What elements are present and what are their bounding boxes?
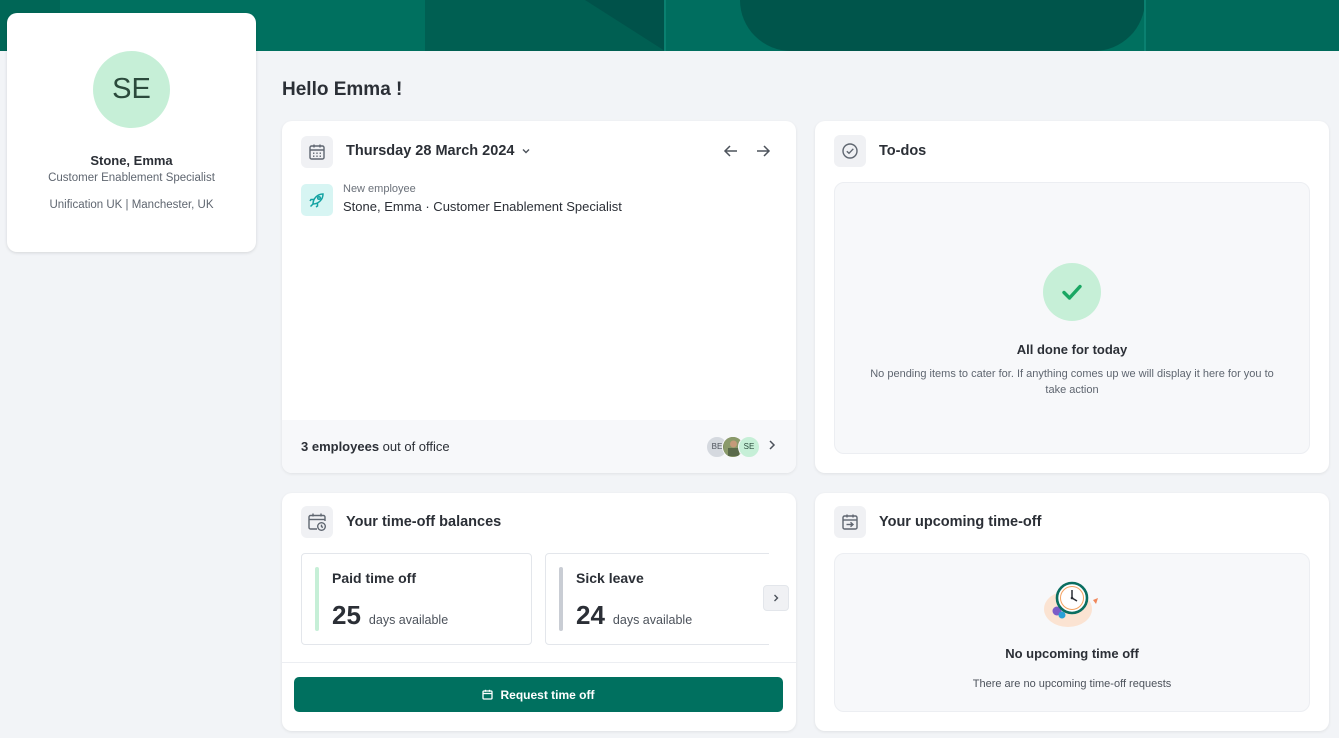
profile-role: Customer Enablement Specialist <box>48 172 215 184</box>
todos-card: To-dos All done for today No pending ite… <box>815 121 1329 473</box>
balance-card-sick-leave[interactable]: Sick leave 24 days available <box>545 553 769 645</box>
balance-color-bar <box>315 567 319 631</box>
out-of-office-text: 3 employees out of office <box>301 439 450 454</box>
next-day-button[interactable] <box>752 140 774 162</box>
date-picker[interactable]: Thursday 28 March 2024 <box>346 143 531 159</box>
check-circle-icon <box>834 135 866 167</box>
arrow-left-icon <box>723 145 737 157</box>
out-of-office-suffix: out of office <box>379 439 450 454</box>
balance-color-bar <box>559 567 563 631</box>
calendar-clock-icon <box>301 506 333 538</box>
avatar: SE <box>738 436 760 458</box>
empty-state-title: No upcoming time off <box>1005 646 1139 661</box>
time-off-balances-card: Your time-off balances Paid time off 25 … <box>282 493 796 731</box>
out-of-office-count: 3 employees <box>301 439 380 454</box>
rocket-icon <box>301 184 333 216</box>
clock-illustration <box>1044 581 1098 627</box>
page-title: Hello Emma ! <box>282 79 403 100</box>
arrow-right-icon <box>757 145 771 157</box>
todos-empty-state: All done for today No pending items to c… <box>834 182 1310 454</box>
profile-location: Unification UK | Manchester, UK <box>49 199 214 211</box>
upcoming-time-off-card: Your upcoming time-off No upcoming time … <box>815 493 1329 731</box>
chevron-right-icon <box>769 440 776 450</box>
banner-divider <box>1144 0 1146 51</box>
balance-number: 24 <box>576 600 605 630</box>
profile-card[interactable]: SE Stone, Emma Customer Enablement Speci… <box>7 13 256 252</box>
event-type: New employee <box>343 183 416 195</box>
divider <box>282 662 796 663</box>
avatar-stack: BE SE <box>706 436 766 458</box>
balance-number: 25 <box>332 600 361 630</box>
date-label: Thursday 28 March 2024 <box>346 143 515 159</box>
calendar-arrow-icon <box>834 506 866 538</box>
chevron-right-icon <box>774 594 779 602</box>
request-time-off-label: Request time off <box>500 687 595 702</box>
event-description[interactable]: Stone, Emma · Customer Enablement Specia… <box>343 199 622 214</box>
avatar: SE <box>93 51 170 128</box>
calendar-icon <box>301 136 333 168</box>
banner-shape <box>1145 0 1339 51</box>
balance-name: Sick leave <box>576 570 644 586</box>
checkmark-icon <box>1043 263 1101 321</box>
balance-name: Paid time off <box>332 570 417 586</box>
upcoming-title: Your upcoming time-off <box>879 514 1042 530</box>
balance-unit: days available <box>368 613 449 627</box>
balance-carousel-viewport: Sick leave 24 days available <box>545 553 769 645</box>
request-time-off-button[interactable]: Request time off <box>294 677 783 712</box>
empty-state-description: There are no upcoming time-off requests <box>972 678 1172 690</box>
empty-state-description: No pending items to cater for. If anythi… <box>870 368 1274 396</box>
balance-value: 25 days available <box>332 600 448 631</box>
banner-shape <box>740 0 1145 51</box>
banner-divider <box>664 0 666 51</box>
profile-name: Stone, Emma <box>90 153 173 168</box>
chevron-down-icon <box>522 149 530 154</box>
empty-state-title: All done for today <box>1016 342 1128 357</box>
upcoming-empty-state: No upcoming time off There are no upcomi… <box>834 553 1310 712</box>
previous-day-button[interactable] <box>720 140 742 162</box>
balance-card-paid-time-off[interactable]: Paid time off 25 days available <box>301 553 532 645</box>
todos-title: To-dos <box>879 143 927 159</box>
out-of-office-bar[interactable]: 3 employees out of office BE SE <box>282 420 796 473</box>
carousel-next-button[interactable] <box>763 585 789 611</box>
calendar-card: Thursday 28 March 2024 New employee Ston… <box>282 121 796 473</box>
balance-value: 24 days available <box>576 600 692 631</box>
calendar-icon <box>482 689 494 700</box>
balance-unit: days available <box>612 613 693 627</box>
balances-title: Your time-off balances <box>346 514 502 530</box>
